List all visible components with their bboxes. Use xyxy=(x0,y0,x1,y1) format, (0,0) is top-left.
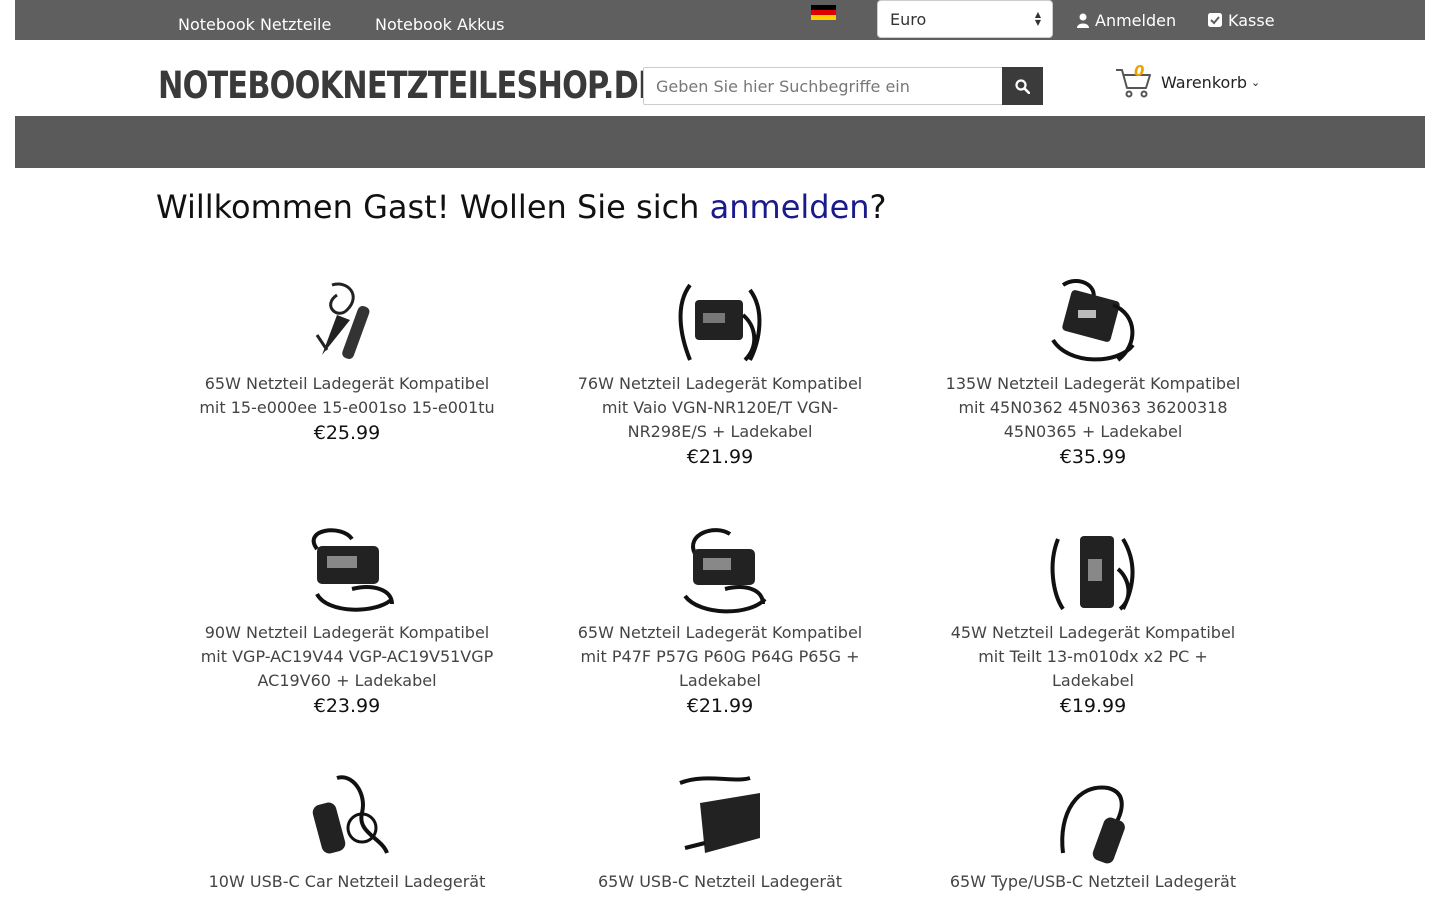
currency-select-value: Euro xyxy=(890,9,927,29)
power-adapter-image xyxy=(1051,279,1135,362)
power-adapter-image xyxy=(678,283,762,362)
product-card[interactable]: 65W Netzteil Ladegerät Kompatibel mit P4… xyxy=(560,524,880,717)
checkout-label: Kasse xyxy=(1228,10,1275,30)
product-name[interactable]: 45W Netzteil Ladegerät Kompatibel mit Te… xyxy=(933,621,1253,693)
chevron-down-icon: ⌄ xyxy=(1251,75,1261,89)
product-name[interactable]: 135W Netzteil Ladegerät Kompatibel mit 4… xyxy=(933,372,1253,444)
cart-label: Warenkorb xyxy=(1161,72,1248,92)
user-icon xyxy=(1077,13,1089,28)
product-card[interactable]: 45W Netzteil Ladegerät Kompatibel mit Te… xyxy=(933,524,1253,717)
nav-item-notebook-netzteile[interactable]: Notebook Netzteile xyxy=(178,0,331,52)
check-square-icon xyxy=(1208,13,1222,27)
product-card[interactable]: 65W USB-C Netzteil Ladegerät xyxy=(560,773,880,896)
product-name[interactable]: 65W USB-C Netzteil Ladegerät xyxy=(560,870,880,894)
cart-count-badge: 0 xyxy=(1134,62,1145,80)
car-charger-image xyxy=(315,282,370,359)
product-price: €25.99 xyxy=(313,422,381,444)
product-card[interactable]: 135W Netzteil Ladegerät Kompatibel mit 4… xyxy=(933,275,1253,468)
product-name[interactable]: 10W USB-C Car Netzteil Ladegerät xyxy=(187,870,507,894)
car-charger-image xyxy=(312,775,389,854)
car-charger-image xyxy=(1060,785,1125,864)
welcome-message: Willkommen Gast! Wollen Sie sich anmelde… xyxy=(156,188,887,226)
product-name[interactable]: 90W Netzteil Ladegerät Kompatibel mit VG… xyxy=(187,621,507,693)
search-input[interactable] xyxy=(643,67,1003,105)
product-card[interactable]: 10W USB-C Car Netzteil Ladegerät xyxy=(187,773,507,896)
search-icon xyxy=(1015,78,1030,94)
product-name[interactable]: 65W Type/USB-C Netzteil Ladegerät xyxy=(933,870,1253,894)
cart-dropdown[interactable]: 0 Warenkorb ⌄ xyxy=(1115,62,1260,102)
nav-item-notebook-akkus[interactable]: Notebook Akkus xyxy=(375,0,504,52)
product-name[interactable]: 65W Netzteil Ladegerät Kompatibel mit P4… xyxy=(560,621,880,693)
login-label: Anmelden xyxy=(1095,10,1177,30)
power-adapter-image xyxy=(311,528,394,612)
product-card[interactable]: 65W Netzteil Ladegerät Kompatibel mit 15… xyxy=(187,275,507,444)
product-price: €23.99 xyxy=(313,695,381,717)
german-flag-icon[interactable] xyxy=(811,5,836,20)
select-caret-icon: ▲ ▼ xyxy=(1034,10,1042,27)
product-price: €35.99 xyxy=(1059,446,1127,468)
product-price: €21.99 xyxy=(686,695,754,717)
power-adapter-image xyxy=(683,528,767,614)
checkout-link[interactable]: Kasse xyxy=(1208,0,1275,40)
power-adapter-image xyxy=(1050,536,1135,611)
product-card[interactable]: 90W Netzteil Ladegerät Kompatibel mit VG… xyxy=(187,524,507,717)
welcome-suffix: ? xyxy=(869,188,887,226)
product-card[interactable]: 65W Type/USB-C Netzteil Ladegerät xyxy=(933,773,1253,896)
welcome-prefix: Willkommen Gast! Wollen Sie sich xyxy=(156,188,710,226)
product-name[interactable]: 65W Netzteil Ladegerät Kompatibel mit 15… xyxy=(187,372,507,420)
product-card[interactable]: 76W Netzteil Ladegerät Kompatibel mit Va… xyxy=(560,275,880,468)
currency-select[interactable]: Euro ▲ ▼ xyxy=(877,0,1053,38)
search-button[interactable] xyxy=(1002,67,1043,105)
login-inline-link[interactable]: anmelden xyxy=(710,188,870,226)
login-link[interactable]: Anmelden xyxy=(1077,0,1176,40)
site-logo[interactable]: NOTEBOOKNETZTEILESHOP.DE xyxy=(158,64,659,108)
wall-charger-image xyxy=(679,776,760,853)
product-name[interactable]: 76W Netzteil Ladegerät Kompatibel mit Va… xyxy=(560,372,880,444)
product-price: €19.99 xyxy=(1059,695,1127,717)
product-price: €21.99 xyxy=(686,446,754,468)
main-nav xyxy=(15,116,1425,168)
